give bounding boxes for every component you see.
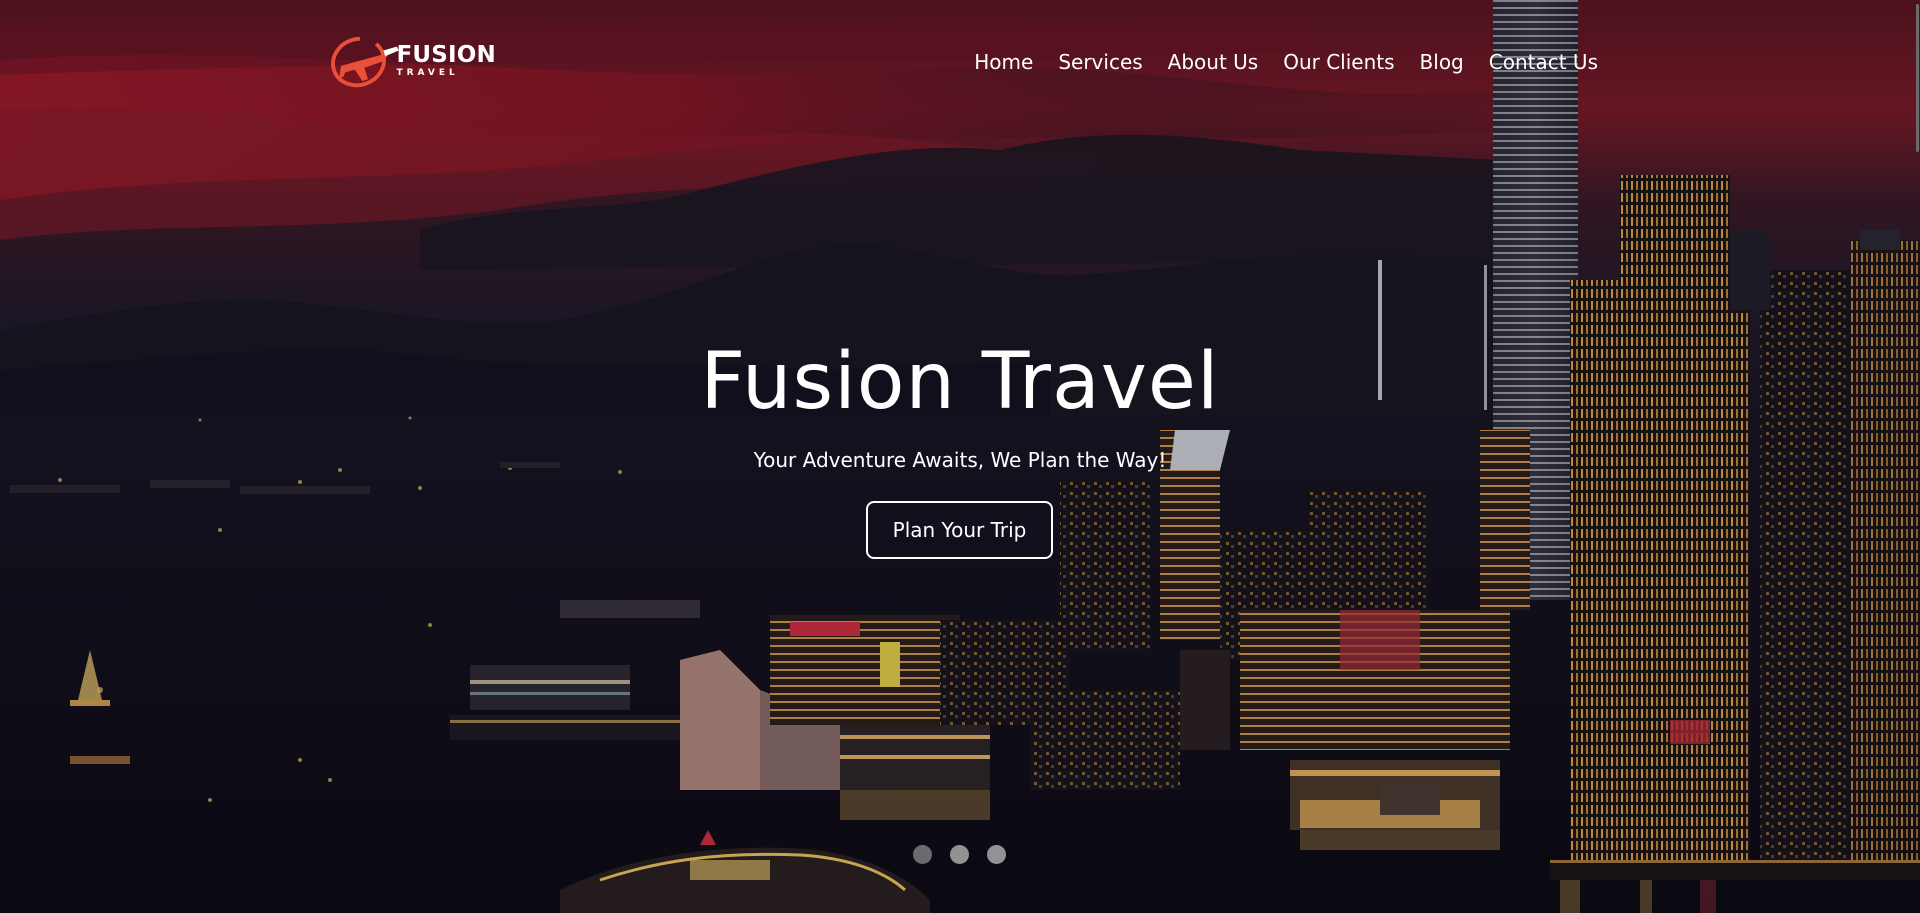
brand-logo[interactable]: FUSION TRAVEL [326,26,496,96]
nav-link-about-us[interactable]: About Us [1168,50,1259,74]
nav-link-home[interactable]: Home [974,50,1033,74]
plan-your-trip-button[interactable]: Plan Your Trip [866,501,1053,559]
page-scrollbar[interactable] [1915,0,1920,913]
nav-link-contact-us[interactable]: Contact Us [1489,50,1598,74]
hero-title: Fusion Travel [700,337,1220,427]
logo-tagline: TRAVEL [396,68,459,78]
slider-dot-3[interactable] [987,845,1006,864]
slider-dot-2[interactable] [950,845,969,864]
logo-wordmark: FUSION TRAVEL [396,44,496,78]
nav-link-our-clients[interactable]: Our Clients [1283,50,1394,74]
nav-link-blog[interactable]: Blog [1420,50,1464,74]
logo-name: FUSION [396,42,496,68]
slider-dot-1[interactable] [913,845,932,864]
hero-subtitle: Your Adventure Awaits, We Plan the Way! [753,448,1167,472]
scrollbar-thumb[interactable] [1916,4,1919,152]
main-navigation: Home Services About Us Our Clients Blog … [949,50,1598,74]
slider-pagination [913,845,1024,864]
hero-section: FUSION TRAVEL Home Services About Us Our… [0,0,1920,913]
nav-link-services[interactable]: Services [1058,50,1142,74]
airplane-orbit-icon [331,36,399,88]
